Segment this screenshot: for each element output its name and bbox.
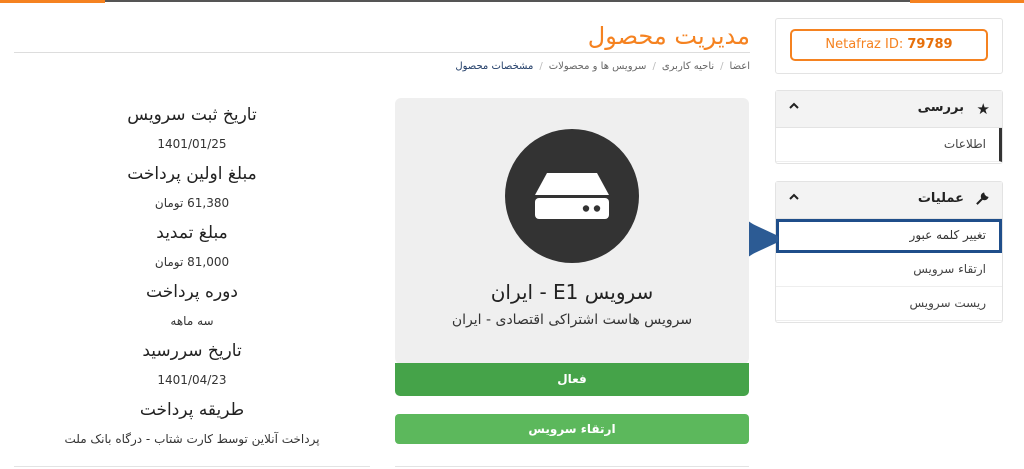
renewal-label: مبلغ تمدید bbox=[156, 223, 228, 243]
breadcrumb-user-area[interactable]: ناحیه کاربری bbox=[662, 61, 714, 72]
actions-panel: عملیات تغییر کلمه عبور ارتقاء سرویس ریست… bbox=[775, 181, 1003, 323]
chevron-up-icon[interactable] bbox=[788, 188, 800, 207]
server-icon-circle bbox=[505, 129, 639, 263]
page-title: مدیریت محصول bbox=[587, 22, 750, 50]
payment-method-value: پرداخت آنلاین توسط کارت شتاب - درگاه بان… bbox=[64, 432, 320, 446]
review-panel-title: بررسی bbox=[917, 100, 964, 115]
renewal-value: 81,000 تومان bbox=[154, 255, 230, 269]
chevron-up-icon[interactable] bbox=[788, 97, 800, 116]
upgrade-service-button[interactable]: ارتقاء سرویس bbox=[395, 414, 749, 444]
due-date-value: 1401/04/23 bbox=[157, 373, 227, 387]
netafraz-id-label: Netafraz ID: bbox=[825, 37, 904, 52]
reg-date-label: تاریخ ثبت سرویس bbox=[127, 105, 257, 125]
netafraz-id-button[interactable]: Netafraz ID: 79789 bbox=[790, 29, 988, 61]
payment-method-label: طریقه پرداخت bbox=[139, 400, 245, 420]
review-panel: ★ بررسی اطلاعات bbox=[775, 90, 1003, 164]
service-info: تاریخ ثبت سرویس 1401/01/25 مبلغ اولین پر… bbox=[14, 100, 370, 454]
top-accent-right bbox=[910, 0, 1024, 3]
breadcrumb: اعضا/ناحیه کاربری/سرویس ها و محصولات/مشخ… bbox=[455, 61, 750, 72]
card-bottom-divider bbox=[395, 466, 749, 467]
product-card: سرویس E1 - ایران سرویس هاست اشتراکی اقتص… bbox=[395, 98, 749, 364]
sidebar-item-change-password[interactable]: تغییر کلمه عبور bbox=[776, 219, 1002, 253]
reg-date-value: 1401/01/25 bbox=[157, 137, 227, 151]
status-badge: فعال bbox=[395, 363, 749, 396]
hard-drive-icon bbox=[535, 173, 609, 219]
first-payment-value: 61,380 تومان bbox=[154, 196, 230, 210]
breadcrumb-members[interactable]: اعضا bbox=[730, 61, 750, 72]
header-divider bbox=[14, 52, 750, 53]
actions-panel-title: عملیات bbox=[917, 191, 964, 206]
top-border bbox=[0, 0, 1024, 3]
breadcrumb-current: مشخصات محصول bbox=[455, 61, 534, 72]
product-name: سرویس E1 - ایران bbox=[490, 280, 654, 304]
sidebar-item-reset-service[interactable]: ریست سرویس bbox=[776, 287, 1002, 321]
review-panel-header[interactable]: ★ بررسی bbox=[776, 91, 1002, 128]
actions-panel-header[interactable]: عملیات bbox=[776, 182, 1002, 219]
breadcrumb-services[interactable]: سرویس ها و محصولات bbox=[549, 61, 647, 72]
star-icon: ★ bbox=[976, 100, 990, 118]
netafraz-id-value: 79789 bbox=[907, 37, 953, 52]
billing-cycle-label: دوره پرداخت bbox=[146, 282, 238, 302]
info-bottom-divider bbox=[14, 466, 370, 467]
due-date-label: تاریخ سررسید bbox=[142, 341, 242, 361]
netafraz-id-panel: Netafraz ID: 79789 bbox=[775, 18, 1003, 74]
sidebar-item-info[interactable]: اطلاعات bbox=[776, 128, 1002, 162]
billing-cycle-value: سه ماهه bbox=[170, 314, 214, 328]
first-payment-label: مبلغ اولین پرداخت bbox=[127, 164, 257, 184]
sidebar-item-upgrade-service[interactable]: ارتقاء سرویس bbox=[776, 253, 1002, 287]
product-group: سرویس هاست اشتراکی اقتصادی - ایران bbox=[451, 312, 693, 328]
wrench-icon bbox=[975, 191, 990, 210]
top-accent-left bbox=[0, 0, 105, 3]
